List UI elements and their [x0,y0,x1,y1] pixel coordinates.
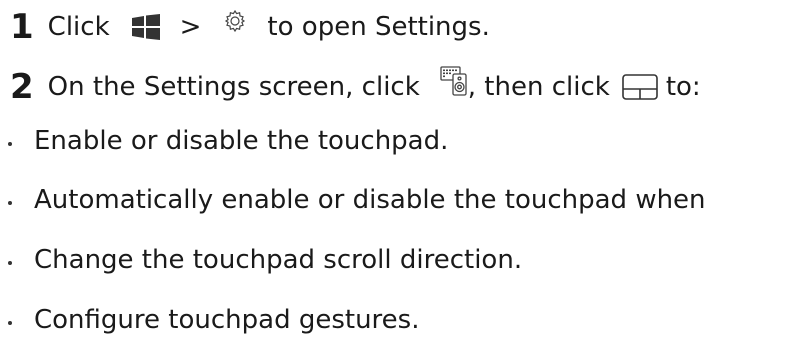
list-item: Configure touchpad gestures. [8,303,419,337]
bullet-dot [8,201,12,205]
step-text-mid: , then click [467,72,610,102]
step-text-rest: to open Settings. [267,12,490,42]
list-item: Automatically enable or disable the touc… [8,183,706,217]
bullet-dot [8,321,12,325]
list-item: Change the touchpad scroll direction. [8,243,522,277]
touchpad-icon[interactable] [622,74,658,100]
step-text-lead: On the Settings screen, click [47,72,420,102]
step-1: 1 Click > to open Settings. [10,7,490,47]
step-text-rest: to: [665,72,701,102]
step-text-click: Click [47,12,110,42]
step-number: 2 [10,67,34,107]
devices-icon[interactable] [440,66,468,96]
breadcrumb-separator: > [179,12,202,42]
step-number: 1 [10,7,34,47]
settings-gear-icon[interactable] [223,9,247,33]
bullet-dot [8,261,12,265]
list-item-text: Enable or disable the touchpad. [34,126,449,156]
list-item-text: Configure touchpad gestures. [34,305,420,335]
bullet-dot [8,142,12,146]
list-item-text: Automatically enable or disable the touc… [34,185,706,215]
step-2: 2 On the Settings screen, click , then c… [10,66,701,107]
list-item-text: Change the touchpad scroll direction. [34,245,523,275]
list-item: Enable or disable the touchpad. [8,124,448,158]
windows-start-icon[interactable] [131,14,160,40]
